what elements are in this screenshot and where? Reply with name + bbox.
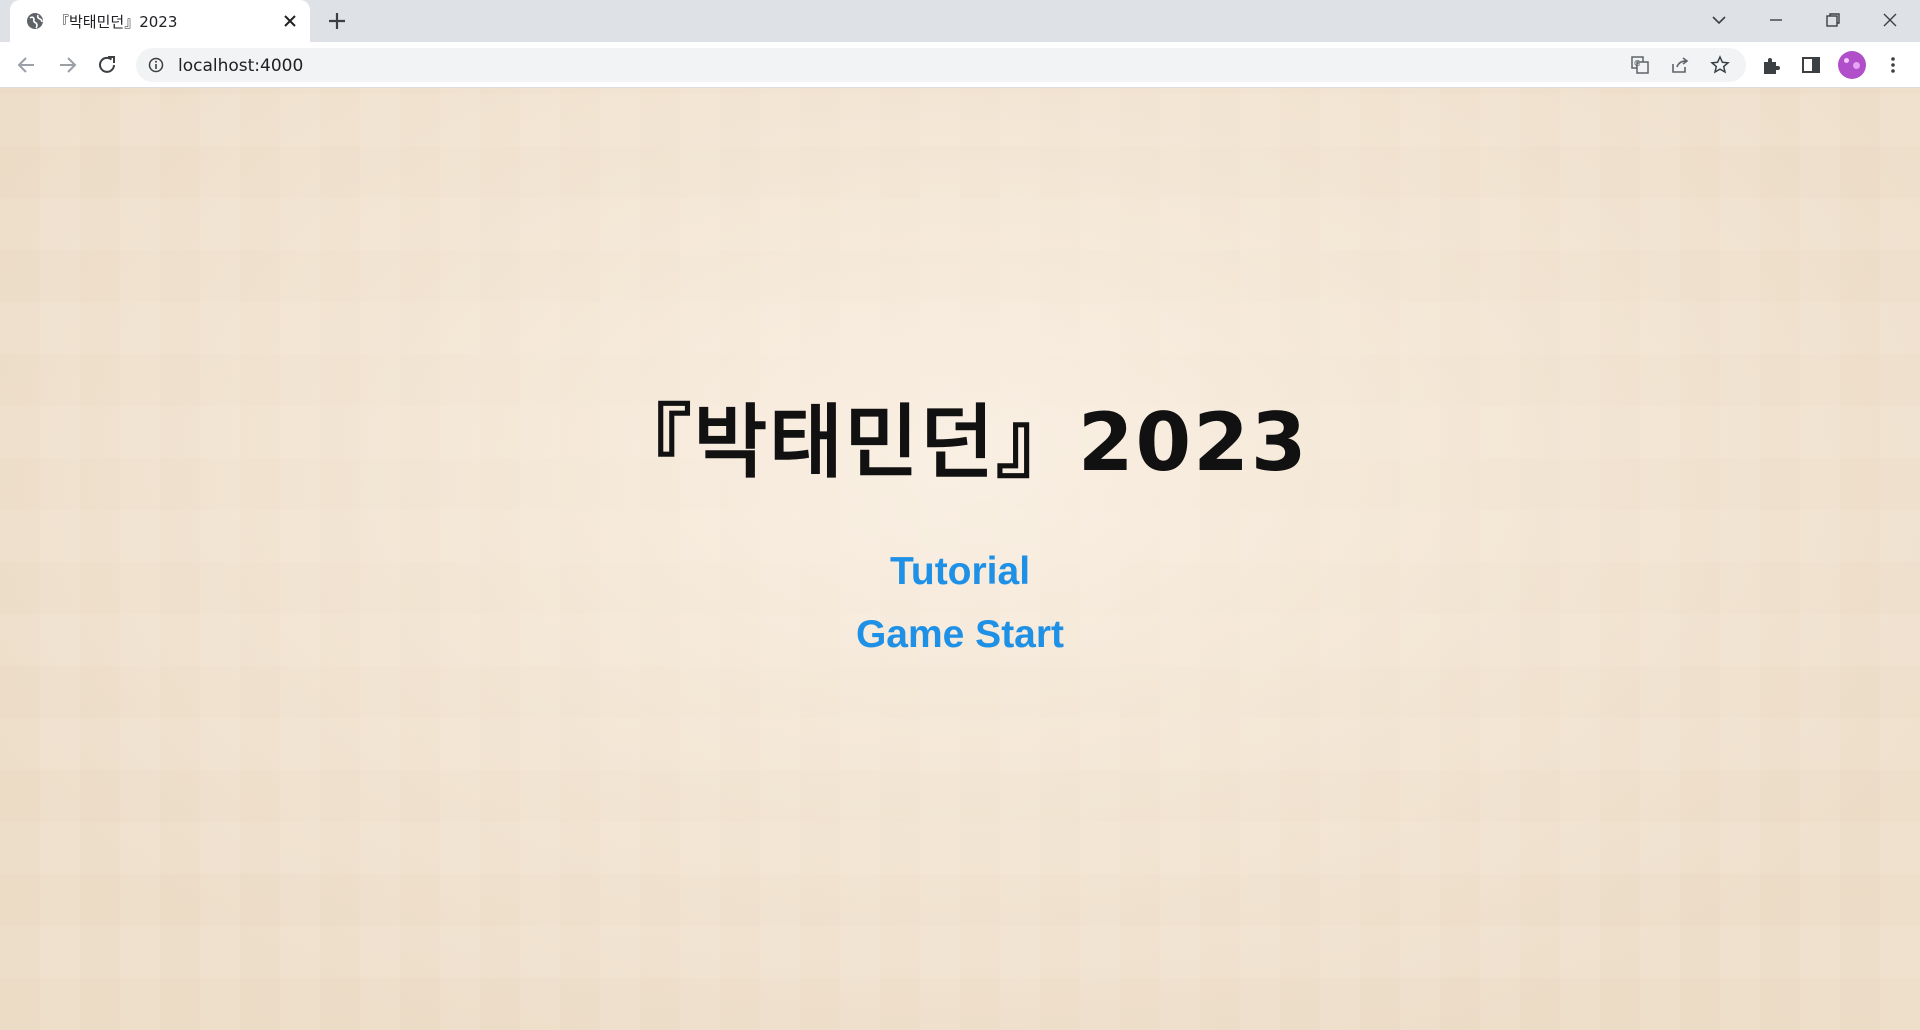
tutorial-link[interactable]: Tutorial (0, 550, 1920, 594)
side-panel-icon[interactable] (1800, 54, 1822, 76)
puzzle-icon[interactable] (1760, 54, 1782, 76)
page-viewport: 『박태민던』2023 Tutorial Game Start (0, 88, 1920, 1030)
browser-tab[interactable]: 『박태민던』2023 (10, 0, 310, 42)
avatar[interactable] (1838, 51, 1866, 79)
tab-search-button[interactable] (1691, 0, 1747, 40)
plus-icon[interactable] (326, 10, 348, 32)
game-start-link[interactable]: Game Start (0, 613, 1920, 657)
window-close-icon (1883, 13, 1897, 27)
globe-icon (27, 13, 43, 29)
browser-window: 『박태민던』2023 localhost:4000 G 『박태민던』2023 T… (0, 0, 1920, 1030)
reload-icon[interactable] (94, 52, 120, 78)
page-title: 『박태민던』2023 (611, 396, 1309, 489)
info-icon[interactable] (148, 57, 164, 73)
restore-button[interactable] (1805, 0, 1861, 40)
address-bar[interactable]: localhost:4000 G (136, 48, 1746, 82)
tab-title: 『박태민던』2023 (54, 13, 178, 31)
kebab-menu-icon[interactable] (1882, 54, 1904, 76)
browser-toolbar: localhost:4000 G (0, 42, 1920, 88)
back-arrow-icon[interactable] (14, 52, 40, 78)
forward-arrow-icon[interactable] (54, 52, 80, 78)
url-text[interactable]: localhost:4000 (178, 56, 303, 76)
close-icon[interactable] (280, 11, 300, 31)
share-icon[interactable] (1670, 55, 1690, 75)
avatar-highlight (1853, 62, 1860, 69)
minimize-icon (1770, 19, 1782, 21)
tab-strip: 『박태민던』2023 (0, 0, 1920, 42)
window-close-button[interactable] (1862, 0, 1918, 40)
minimize-button[interactable] (1748, 0, 1804, 40)
restore-icon (1826, 13, 1840, 27)
star-icon[interactable] (1710, 55, 1730, 75)
chevron-down-icon (1712, 16, 1726, 25)
avatar-highlight (1844, 58, 1849, 63)
translate-icon[interactable]: G (1630, 55, 1650, 75)
svg-text:G: G (1634, 59, 1640, 68)
